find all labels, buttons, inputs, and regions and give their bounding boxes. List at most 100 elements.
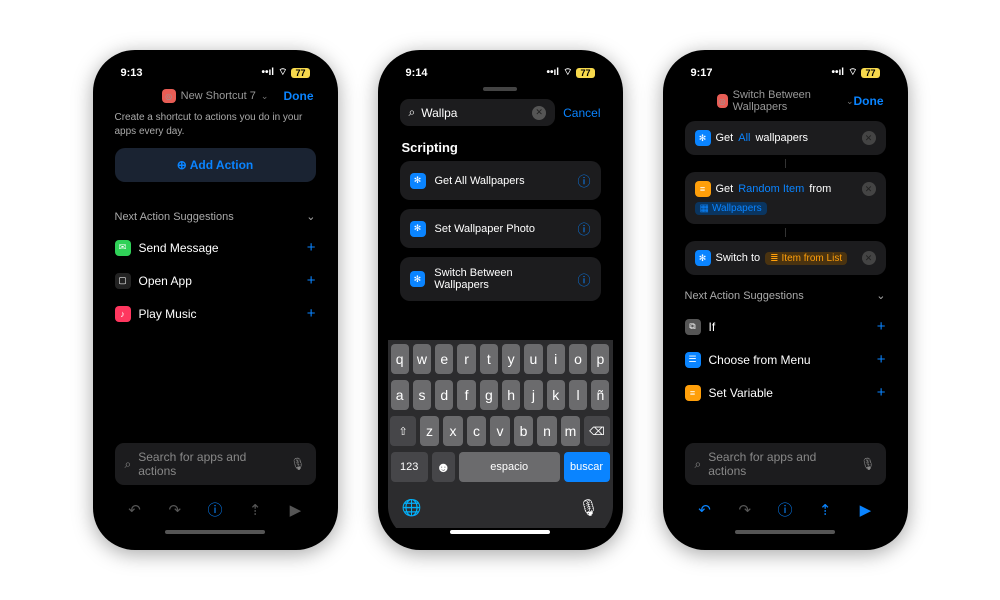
key[interactable]: j	[524, 380, 542, 410]
sheet-header: ◎ Switch Between Wallpapers ⌄ Done	[673, 81, 898, 121]
key[interactable]: n	[537, 416, 556, 446]
remove-icon[interactable]: ✕	[862, 131, 876, 145]
key[interactable]: k	[547, 380, 565, 410]
key[interactable]: u	[524, 344, 542, 374]
home-indicator[interactable]	[735, 530, 835, 534]
home-indicator[interactable]	[165, 530, 265, 534]
key[interactable]: ñ	[591, 380, 609, 410]
search-icon: ⌕	[125, 457, 132, 472]
key[interactable]: i	[547, 344, 565, 374]
key[interactable]: b	[514, 416, 533, 446]
add-icon[interactable]: +	[307, 239, 316, 256]
key[interactable]: a	[391, 380, 409, 410]
mic-icon[interactable]: 🎙	[860, 457, 875, 471]
suggestion-item[interactable]: ♪Play Music+	[115, 297, 316, 330]
share-icon[interactable]: ⇡	[814, 501, 836, 519]
remove-icon[interactable]: ✕	[862, 182, 876, 196]
info-icon[interactable]: ⓘ	[577, 171, 590, 190]
suggestion-item[interactable]: ☰Choose from Menu+	[685, 343, 886, 376]
result-item[interactable]: ✻Get All Wallpapersⓘ	[400, 161, 601, 200]
key[interactable]: y	[502, 344, 520, 374]
key[interactable]: t	[480, 344, 498, 374]
message-icon: ✉	[115, 240, 131, 256]
key[interactable]: p	[591, 344, 609, 374]
emoji-key[interactable]: ☻	[432, 452, 455, 482]
play-icon[interactable]: ▶	[854, 501, 876, 519]
search-key[interactable]: buscar	[564, 452, 610, 482]
clock: 9:17	[691, 67, 713, 79]
clear-icon[interactable]: ✕	[532, 106, 546, 120]
wifi-icon: ⌔	[848, 66, 857, 79]
search-placeholder: Search for apps and actions	[138, 450, 283, 478]
suggestions-header[interactable]: Next Action Suggestions ⌄	[115, 210, 316, 223]
info-icon[interactable]: ⓘ	[577, 219, 590, 238]
key[interactable]: c	[467, 416, 486, 446]
add-icon[interactable]: +	[877, 318, 886, 335]
done-button[interactable]: Done	[854, 94, 884, 108]
key[interactable]: m	[561, 416, 580, 446]
scripting-icon: ✻	[410, 173, 426, 189]
key[interactable]: g	[480, 380, 498, 410]
variable-ref[interactable]: ▦Wallpapers	[695, 202, 767, 215]
search-input[interactable]: ⌕ Wallpa ✕	[400, 99, 556, 126]
key[interactable]: o	[569, 344, 587, 374]
space-key[interactable]: espacio	[459, 452, 560, 482]
suggestion-item[interactable]: ▢Open App+	[115, 264, 316, 297]
key[interactable]: d	[435, 380, 453, 410]
mic-icon[interactable]: 🎙	[290, 457, 305, 471]
status-right: ••ıl ⌔ 77	[832, 66, 880, 79]
content-3: ✻ Get All wallpapers ✕ ≡ Get Random Item…	[673, 121, 898, 435]
globe-icon[interactable]: 🌐	[402, 498, 422, 518]
key[interactable]: s	[413, 380, 431, 410]
shortcut-title-pill[interactable]: ◎ New Shortcut 7 ⌄	[147, 89, 284, 103]
action-card-3[interactable]: ✻ Switch to ≣Item from List ✕	[685, 241, 886, 275]
undo-icon[interactable]: ↶	[694, 501, 716, 519]
action-card-1[interactable]: ✻ Get All wallpapers ✕	[685, 121, 886, 155]
key[interactable]: e	[435, 344, 453, 374]
action-card-2[interactable]: ≡ Get Random Item from ✕ ▦Wallpapers	[685, 172, 886, 224]
key[interactable]: w	[413, 344, 431, 374]
shift-key[interactable]: ⇧	[390, 416, 415, 446]
drag-handle[interactable]	[483, 87, 517, 91]
home-indicator[interactable]	[450, 530, 550, 534]
add-icon[interactable]: +	[307, 305, 316, 322]
key[interactable]: x	[443, 416, 462, 446]
shortcut-title-pill[interactable]: ◎ Switch Between Wallpapers ⌄	[717, 89, 854, 113]
add-icon[interactable]: +	[877, 384, 886, 401]
info-icon[interactable]: ⓘ	[204, 499, 226, 520]
share-icon[interactable]: ⇡	[244, 501, 266, 519]
suggestion-list: ✉Send Message+ ▢Open App+ ♪Play Music+	[115, 231, 316, 330]
key[interactable]: f	[457, 380, 475, 410]
result-item[interactable]: ✻Set Wallpaper Photoⓘ	[400, 209, 601, 248]
search-input[interactable]: ⌕ Search for apps and actions 🎙	[115, 443, 316, 485]
suggestion-item[interactable]: ⧉If+	[685, 310, 886, 343]
mic-icon[interactable]: 🎙	[578, 498, 598, 518]
info-icon[interactable]: ⓘ	[577, 270, 590, 289]
remove-icon[interactable]: ✕	[862, 251, 876, 265]
suggestion-item[interactable]: ✉Send Message+	[115, 231, 316, 264]
redo-icon[interactable]: ↷	[734, 501, 756, 519]
done-button[interactable]: Done	[284, 89, 314, 103]
suggestion-item[interactable]: ≡Set Variable+	[685, 376, 886, 409]
add-icon[interactable]: +	[307, 272, 316, 289]
key[interactable]: r	[457, 344, 475, 374]
play-icon[interactable]: ▶	[284, 501, 306, 519]
key[interactable]: l	[569, 380, 587, 410]
toolbar: ↶ ↷ ⓘ ⇡ ▶	[673, 491, 898, 528]
add-action-button[interactable]: ⊕ Add Action	[115, 148, 316, 182]
key[interactable]: h	[502, 380, 520, 410]
numbers-key[interactable]: 123	[391, 452, 428, 482]
add-icon[interactable]: +	[877, 351, 886, 368]
redo-icon[interactable]: ↷	[164, 501, 186, 519]
suggestions-header[interactable]: Next Action Suggestions ⌄	[685, 289, 886, 302]
variable-ref[interactable]: ≣Item from List	[765, 252, 847, 265]
result-item[interactable]: ✻Switch Between Wallpapersⓘ	[400, 257, 601, 301]
info-icon[interactable]: ⓘ	[774, 499, 796, 520]
key[interactable]: z	[420, 416, 439, 446]
key[interactable]: q	[391, 344, 409, 374]
search-input[interactable]: ⌕ Search for apps and actions 🎙	[685, 443, 886, 485]
undo-icon[interactable]: ↶	[124, 501, 146, 519]
cancel-button[interactable]: Cancel	[563, 106, 600, 120]
backspace-key[interactable]: ⌫	[584, 416, 609, 446]
key[interactable]: v	[490, 416, 509, 446]
